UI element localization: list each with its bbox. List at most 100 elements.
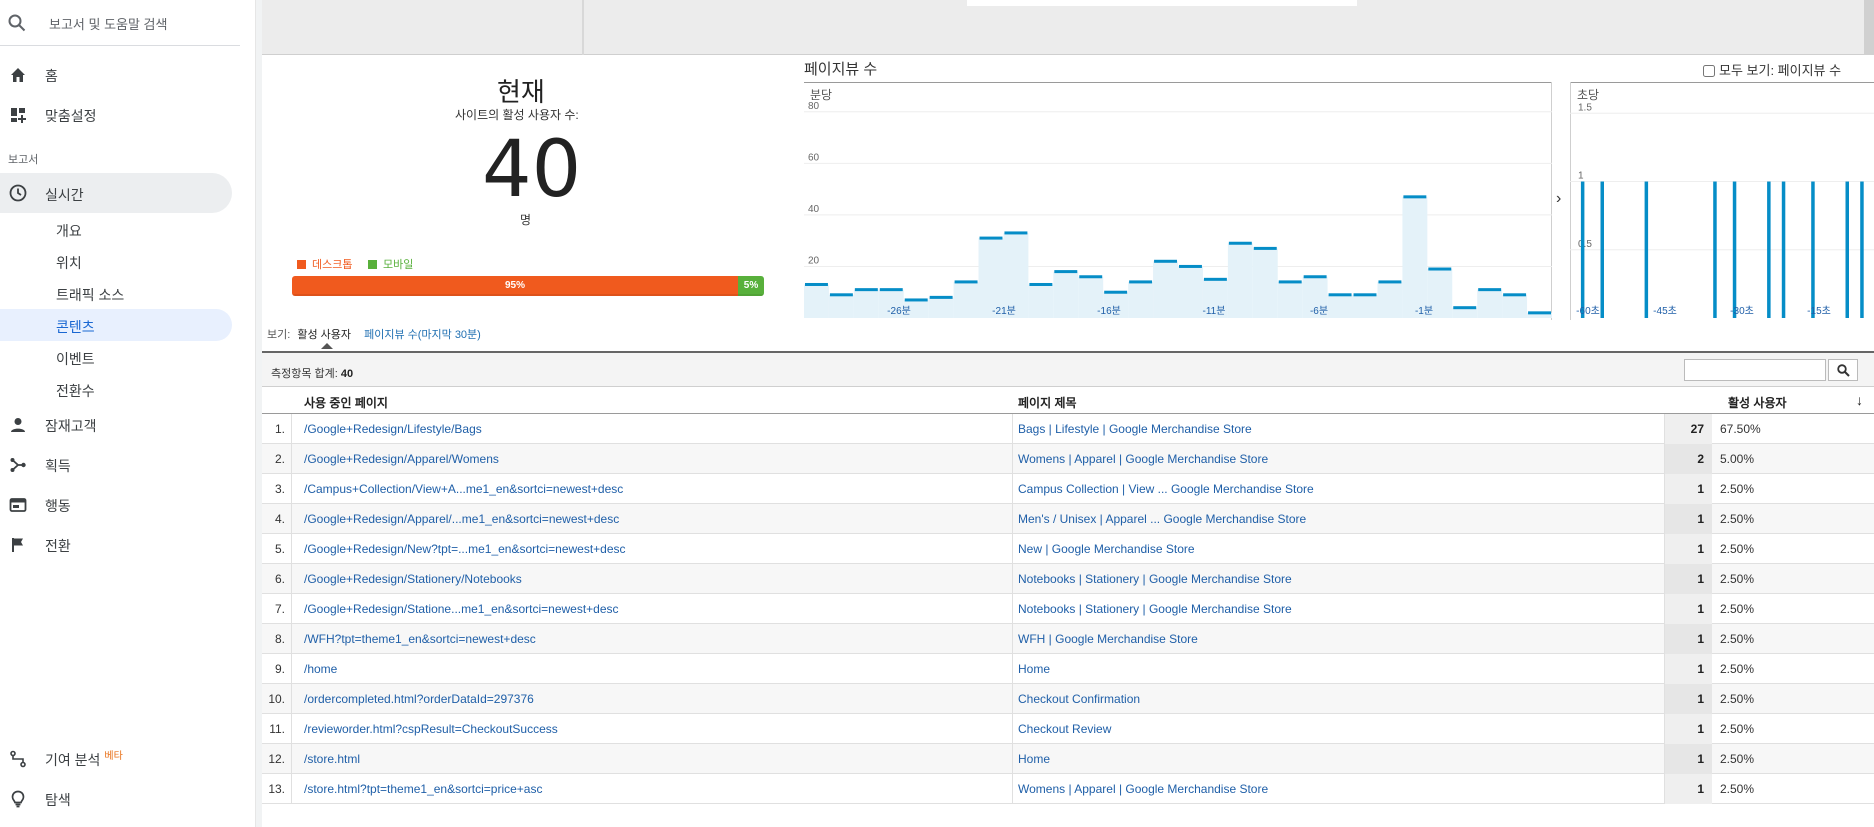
row-page-link[interactable]: /ordercompleted.html?orderDataId=297376 [304,692,534,706]
minute-bar-cap [929,295,953,299]
col-header-title[interactable]: 페이지 제목 [1018,394,1077,411]
map-area[interactable] [262,0,1874,55]
sidebar-item-discover[interactable]: 탐색 [0,782,240,814]
minute-bar [1227,243,1253,318]
row-title-link[interactable]: Men's / Unisex | Apparel ... Google Merc… [1018,512,1306,526]
table-row: 11. /revieworder.html?cspResult=CheckoutS… [262,714,1874,744]
row-title-link[interactable]: Home [1018,662,1050,676]
row-title-link[interactable]: WFH | Google Merchandise Store [1018,632,1198,646]
row-page-link[interactable]: /Google+Redesign/Statione...me1_en&sortc… [304,602,619,616]
tab-active-users[interactable]: 활성 사용자 [297,329,351,341]
device-bar-shadow [292,294,764,296]
row-page-link[interactable]: /store.html?tpt=theme1_en&sortci=price+a… [304,782,542,796]
row-active-users: 1 [1664,594,1712,624]
row-title-link[interactable]: Notebooks | Stationery | Google Merchand… [1018,572,1292,586]
behavior-icon [9,498,27,512]
sidebar-item-acquisition-label: 획득 [45,458,71,474]
table-row: 5. /Google+Redesign/New?tpt=...me1_en&sor… [262,534,1874,564]
minute-bar-cap [979,236,1003,240]
table-row: 10. /ordercompleted.html?orderDataId=2973… [262,684,1874,714]
row-page-link[interactable]: /Google+Redesign/Lifestyle/Bags [304,422,482,436]
legend-mobile: 모바일 [368,256,413,272]
sidebar-item-attribution[interactable]: 기여 분석 베타 [0,742,240,774]
clock-icon [9,184,27,202]
sidebar-subitem-events[interactable]: 이벤트 [0,341,232,373]
device-bar-mobile: 5% [738,276,764,296]
minute-bar [1352,294,1378,318]
row-page-link[interactable]: /Campus+Collection/View+A...me1_en&sortc… [304,482,623,496]
all-view-checkbox[interactable] [1703,65,1715,77]
sidebar-subitem-overview[interactable]: 개요 [0,213,232,245]
row-page-link[interactable]: /WFH?tpt=theme1_en&sortci=newest+desc [304,632,536,646]
row-title-link[interactable]: Notebooks | Stationery | Google Merchand… [1018,602,1292,616]
legend-desktop-label: 데스크톱 [312,259,353,271]
row-page-link[interactable]: /revieworder.html?cspResult=CheckoutSucc… [304,722,558,736]
table-row: 7. /Google+Redesign/Statione...me1_en&sor… [262,594,1874,624]
sidebar-item-home[interactable]: 홈 [0,58,240,90]
row-title-link[interactable]: Womens | Apparel | Google Merchandise St… [1018,452,1268,466]
person-icon [11,418,25,432]
row-title-link[interactable]: Bags | Lifestyle | Google Merchandise St… [1018,422,1252,436]
minute-bar [1327,294,1353,318]
row-title-link[interactable]: Campus Collection | View ... Google Merc… [1018,482,1314,496]
sidebar-subitem-conversions[interactable]: 전환수 [0,373,232,405]
second-bar [1781,181,1786,318]
dashboard-icon [11,108,26,123]
row-page-link[interactable]: /store.html [304,752,360,766]
table-search-button[interactable] [1828,359,1858,381]
row-active-users: 27 [1664,414,1712,444]
row-page-link[interactable]: /Google+Redesign/New?tpt=...me1_en&sortc… [304,542,626,556]
table-search-input[interactable] [1684,359,1826,381]
beta-badge: 베타 [104,751,123,762]
sidebar-subitem-traffic-sources[interactable]: 트래픽 소스 [0,277,232,309]
sidebar-item-audience[interactable]: 잠재고객 [0,408,240,440]
x-tick-label: -16분 [1097,305,1121,317]
sidebar-subitem-content[interactable]: 콘텐츠 [0,309,232,341]
sidebar-item-attribution-label: 기여 분석 베타 [45,750,123,770]
legend-mobile-swatch [368,260,377,269]
sidebar-subitem-location[interactable]: 위치 [0,245,232,277]
row-index: 1. [262,414,292,444]
row-page-link[interactable]: /home [304,662,337,676]
sidebar: 보고서 및 도움말 검색 홈 맞춤설정 보고서 실시간 개요 위치 트래픽 소스… [0,0,256,827]
second-bar [1644,181,1649,318]
row-page-link[interactable]: /Google+Redesign/Apparel/Womens [304,452,499,466]
minute-bar-cap [1403,195,1427,199]
minute-bar-cap [1528,311,1551,315]
row-page-link[interactable]: /Google+Redesign/Apparel/...me1_en&sortc… [304,512,619,526]
per-minute-chart[interactable]: 20406080-26분 -21분 -16분 -11분 -6분 -1분 [804,82,1552,320]
row-active-users: 1 [1664,714,1712,744]
sidebar-item-realtime[interactable]: 실시간 [0,173,232,213]
per-second-caption: 초당 [1577,88,1600,102]
minute-bar [828,294,854,318]
col-header-page[interactable]: 사용 중인 페이지 [304,394,388,411]
tab-pageviews[interactable]: 페이지뷰 수(마지막 30분) [364,329,481,341]
second-bar [1767,181,1771,318]
minute-bar [1153,261,1178,318]
row-active-users: 1 [1664,684,1712,714]
per-second-chart[interactable]: 0.5 1 1.5 -60초 -45초 -30초 -15초 [1570,82,1874,320]
sort-desc-icon[interactable]: ↓ [1856,392,1863,408]
col-header-users[interactable]: 활성 사용자 [1728,394,1787,411]
x-tick-label: -15초 [1807,305,1831,317]
sidebar-item-conversions[interactable]: 전환 [0,528,240,560]
sidebar-item-acquisition[interactable]: 획득 [0,448,240,480]
y-tick-label: 20 [808,255,820,266]
map-scrollbar[interactable] [1864,0,1874,55]
minute-bar [928,297,954,318]
row-title-link[interactable]: Checkout Review [1018,722,1111,736]
row-title-link[interactable]: New | Google Merchandise Store [1018,542,1195,556]
sidebar-item-custom[interactable]: 맞춤설정 [0,98,240,130]
second-bar [1580,181,1585,318]
search-row[interactable]: 보고서 및 도움말 검색 [0,0,240,46]
chart-expand-arrow[interactable]: › [1556,190,1570,210]
row-title-link[interactable]: Womens | Apparel | Google Merchandise St… [1018,782,1268,796]
row-page-link[interactable]: /Google+Redesign/Stationery/Notebooks [304,572,522,586]
row-title-link[interactable]: Home [1018,752,1050,766]
row-title-link[interactable]: Checkout Confirmation [1018,692,1140,706]
row-index: 4. [262,504,292,534]
sidebar-item-behavior[interactable]: 행동 [0,488,240,520]
sidebar-item-custom-label: 맞춤설정 [45,108,97,124]
all-view-toggle[interactable]: 모두 보기: 페이지뷰 수 [1703,60,1841,79]
chart-top-border [804,82,1552,83]
